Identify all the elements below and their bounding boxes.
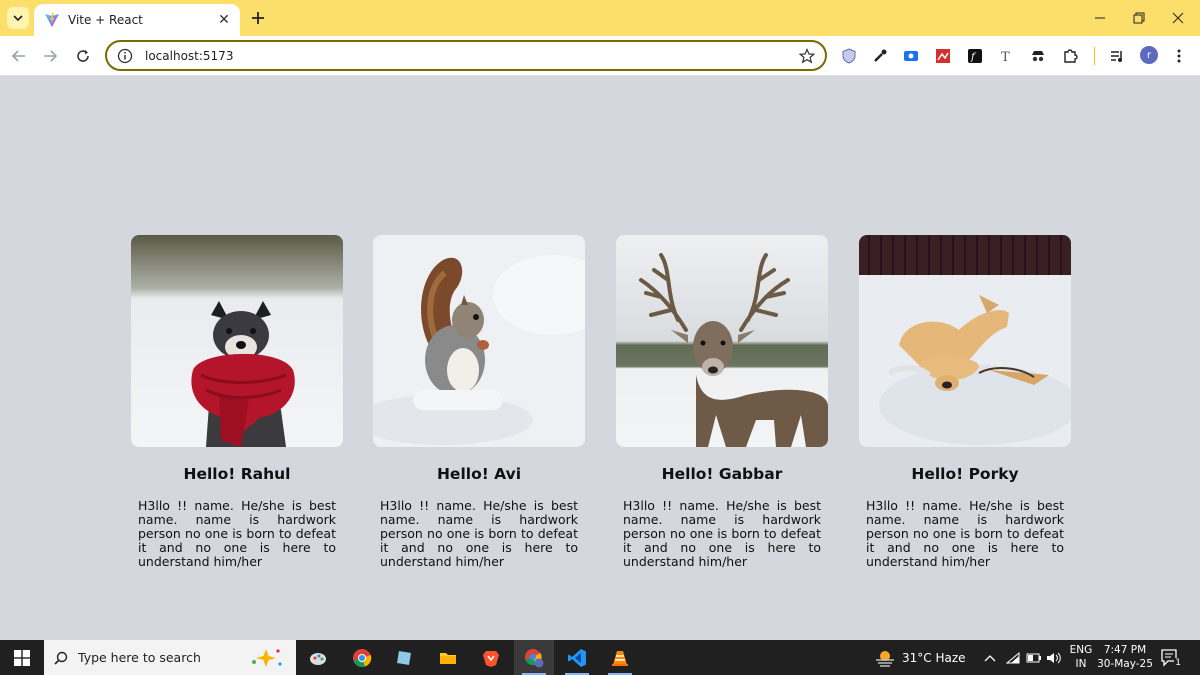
card-image-dog-rolling-in-snow <box>859 235 1071 447</box>
card-title: Hello! Gabbar <box>661 465 783 483</box>
windows-logo-icon <box>14 649 30 666</box>
site-info-icon[interactable] <box>117 48 133 64</box>
profile-card: Hello! Porky H3llo !! name. He/she is be… <box>859 235 1071 569</box>
taskbar-app-tablet[interactable] <box>385 640 425 675</box>
bookmark-star-icon[interactable] <box>799 47 815 64</box>
close-window-button[interactable] <box>1155 0 1200 36</box>
shield-icon[interactable] <box>839 46 859 66</box>
reload-button[interactable] <box>71 44 95 68</box>
chrome-profile-icon <box>525 648 544 667</box>
eyedropper-icon[interactable] <box>870 46 890 66</box>
start-button[interactable] <box>0 640 44 675</box>
card-description: H3llo !! name. He/she is best name. name… <box>623 498 821 569</box>
plus-icon <box>252 12 264 24</box>
network-icon[interactable] <box>1006 640 1020 675</box>
profile-card: Hello! Avi H3llo !! name. He/she is best… <box>373 235 585 569</box>
browser-tab[interactable]: Vite + React ✕ <box>34 4 240 36</box>
card-image-dog-in-red-scarf <box>131 235 343 447</box>
address-bar[interactable]: localhost:5173 <box>105 40 827 71</box>
taskbar-app-chrome-profile[interactable] <box>514 640 554 675</box>
back-button[interactable] <box>7 44 31 68</box>
taskbar-app-vscode[interactable] <box>557 640 597 675</box>
menu-kebab-icon[interactable] <box>1169 46 1189 66</box>
image-ext-icon[interactable] <box>933 46 953 66</box>
address-url[interactable]: localhost:5173 <box>145 49 799 63</box>
notification-center-button[interactable]: 1 <box>1160 648 1182 668</box>
brave-icon <box>483 650 499 667</box>
puzzle-icon[interactable] <box>1060 46 1080 66</box>
profile-card: Hello! Gabbar H3llo !! name. He/she is b… <box>616 235 828 569</box>
tab-strip: Vite + React ✕ <box>0 0 1200 36</box>
battery-icon[interactable] <box>1026 640 1042 675</box>
search-icon <box>54 651 68 665</box>
language-code: ENG <box>1069 644 1093 656</box>
page-content: Hello! Rahul H3llo !! name. He/she is be… <box>0 77 1200 640</box>
volume-icon[interactable] <box>1046 640 1062 675</box>
card-description: H3llo !! name. He/she is best name. name… <box>138 498 336 569</box>
minimize-icon <box>1094 17 1105 19</box>
card-description: H3llo !! name. He/she is best name. name… <box>866 498 1064 569</box>
close-icon <box>1172 12 1183 24</box>
arrow-right-icon <box>44 50 57 62</box>
taskbar-app-vlc[interactable] <box>600 640 640 675</box>
chevron-down-icon <box>13 15 23 22</box>
text-ext-icon[interactable]: T <box>996 46 1016 66</box>
card-description: H3llo !! name. He/she is best name. name… <box>380 498 578 569</box>
taskbar-search-placeholder: Type here to search <box>78 650 201 665</box>
folder-icon <box>440 652 456 664</box>
taskbar-clock[interactable]: 7:47 PM 30-May-25 <box>1096 643 1154 671</box>
language-region: IN <box>1075 658 1087 670</box>
card-image-deer-in-snow <box>616 235 828 447</box>
taskbar-app-chrome[interactable] <box>342 640 382 675</box>
forward-button[interactable] <box>38 44 62 68</box>
vlc-icon <box>612 650 628 666</box>
reload-icon <box>77 50 89 62</box>
notification-count: 1 <box>1174 658 1182 668</box>
taskbar-app-file-explorer[interactable] <box>428 640 468 675</box>
taskbar-app-paint[interactable] <box>298 640 338 675</box>
clock-date: 30-May-25 <box>1097 658 1153 670</box>
vite-logo-icon <box>45 13 59 27</box>
arrow-left-icon <box>12 50 25 62</box>
close-tab-icon[interactable]: ✕ <box>216 12 232 28</box>
taskbar-weather[interactable]: 31°C Haze <box>874 640 966 675</box>
taskbar-app-brave[interactable] <box>471 640 511 675</box>
toolbar-divider <box>1091 46 1097 66</box>
card-image-squirrel-in-snow <box>373 235 585 447</box>
chrome-icon <box>353 648 372 667</box>
browser-toolbar: localhost:5173 f T <box>0 36 1200 76</box>
tab-title: Vite + React <box>68 13 143 27</box>
profile-card: Hello! Rahul H3llo !! name. He/she is be… <box>131 235 343 569</box>
card-title: Hello! Avi <box>436 465 522 483</box>
taskbar-search-box[interactable]: Type here to search <box>44 640 296 675</box>
font-ext-icon[interactable]: f <box>965 46 985 66</box>
spy-ext-icon[interactable] <box>1028 46 1048 66</box>
tablet-app-icon <box>397 650 411 665</box>
windows-taskbar: Type here to search 31°C Haze ENG IN 7:4… <box>0 640 1200 675</box>
tray-overflow-icon[interactable] <box>984 640 996 675</box>
svg-text:T: T <box>1001 50 1010 64</box>
card-title: Hello! Rahul <box>183 465 291 483</box>
media-controls-icon[interactable] <box>1107 46 1127 66</box>
vscode-icon <box>568 648 586 667</box>
screen-record-icon[interactable] <box>901 46 921 66</box>
restore-icon <box>1133 12 1144 24</box>
clock-time: 7:47 PM <box>1103 644 1147 656</box>
card-title: Hello! Porky <box>911 465 1019 483</box>
weather-text: 31°C Haze <box>902 650 966 665</box>
input-language[interactable]: ENG IN <box>1068 643 1094 671</box>
profile-avatar[interactable]: r <box>1140 46 1158 64</box>
sparkle-icon <box>252 649 282 667</box>
paint-icon <box>310 652 326 665</box>
new-tab-button[interactable] <box>247 7 269 29</box>
tab-search-button[interactable] <box>7 7 29 29</box>
haze-weather-icon <box>876 650 894 667</box>
